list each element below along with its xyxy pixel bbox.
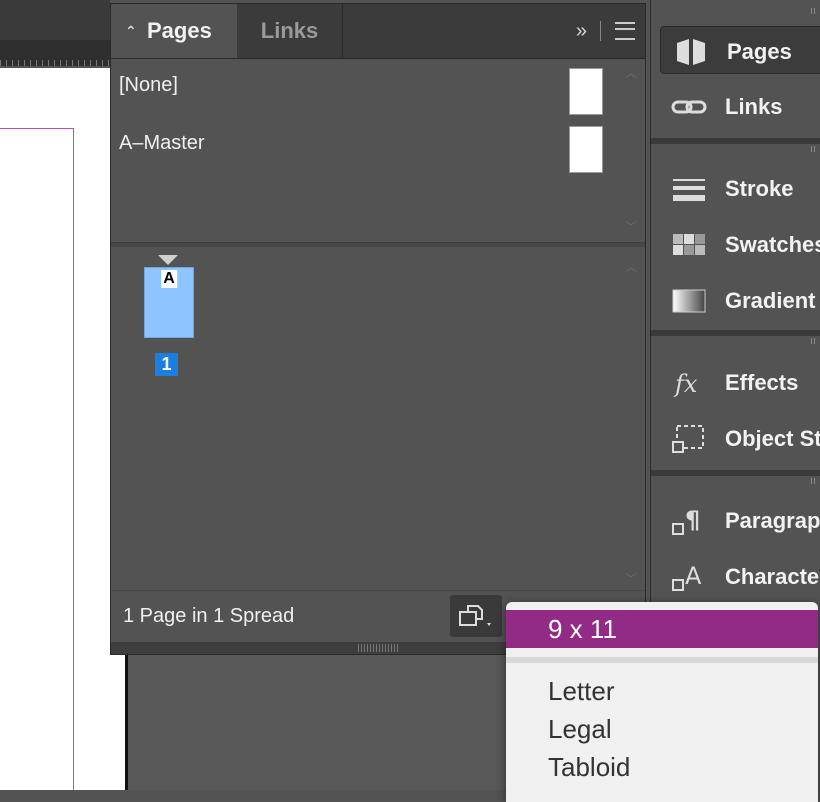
dock-label-paragraph-styles: Paragrap bbox=[725, 508, 820, 533]
svg-text:A: A bbox=[685, 562, 702, 590]
tab-links-label: Links bbox=[260, 18, 319, 43]
resize-grip-icon[interactable] bbox=[358, 644, 398, 652]
margin-guide bbox=[0, 128, 74, 790]
section-divider[interactable] bbox=[111, 242, 645, 247]
dock-label-object-styles: Object St bbox=[725, 426, 820, 451]
page-size-option-legal[interactable]: Legal bbox=[506, 710, 818, 748]
tab-pages[interactable]: ⌃ Pages bbox=[111, 4, 237, 58]
panel-menu-icon[interactable] bbox=[615, 4, 635, 58]
dock-group-grip[interactable] bbox=[811, 478, 817, 484]
dock-item-links[interactable]: Links bbox=[659, 82, 820, 130]
dock-item-effects[interactable]: fx Effects bbox=[659, 358, 820, 406]
pages-scroll-up-icon[interactable]: ︿ bbox=[625, 258, 637, 275]
page-master-prefix: A bbox=[161, 270, 177, 288]
masters-scroll-up-icon[interactable]: ︿ bbox=[625, 64, 637, 81]
document-tab-strip bbox=[0, 0, 110, 40]
dock-separator bbox=[651, 330, 820, 336]
dock-group-grip[interactable] bbox=[811, 8, 817, 14]
pages-scroll-down-icon[interactable]: ﹀ bbox=[625, 570, 637, 587]
dock-label-effects: Effects bbox=[725, 370, 799, 395]
control-separator bbox=[600, 21, 601, 41]
dock-item-pages[interactable]: Pages bbox=[660, 26, 820, 74]
dock-label-stroke: Stroke bbox=[725, 176, 794, 201]
horizontal-ruler bbox=[0, 40, 110, 66]
dock-item-stroke[interactable]: Stroke bbox=[659, 164, 820, 212]
master-thumbnail-none[interactable] bbox=[569, 68, 603, 115]
swatches-icon bbox=[673, 234, 705, 255]
dropdown-separator bbox=[506, 657, 818, 663]
links-icon bbox=[671, 100, 707, 114]
stroke-icon bbox=[673, 179, 705, 201]
svg-text:fx: fx bbox=[673, 370, 698, 398]
masters-section: [None] A–Master ︿ ﹀ bbox=[111, 58, 645, 244]
dock-group-grip[interactable] bbox=[811, 338, 817, 344]
dock-item-gradient[interactable]: Gradient bbox=[659, 276, 820, 324]
pages-section: A 1 ︿ ﹀ bbox=[111, 248, 645, 588]
pages-panel: ⌃ Pages Links » [None] A–Master ︿ ﹀ A 1 … bbox=[110, 3, 646, 655]
panel-tab-bar: ⌃ Pages Links » bbox=[111, 4, 645, 59]
page-size-icon bbox=[459, 605, 491, 626]
dock-group-grip[interactable] bbox=[811, 146, 817, 152]
dock-item-swatches[interactable]: Swatches bbox=[659, 220, 820, 268]
page-size-dropdown: 9 x 11 Letter Legal Tabloid bbox=[506, 602, 818, 802]
paragraph-styles-icon: ¶ bbox=[672, 506, 700, 535]
dock-label-gradient: Gradient bbox=[725, 288, 816, 313]
dock-label-swatches: Swatches bbox=[725, 232, 820, 257]
svg-text:¶: ¶ bbox=[685, 506, 700, 534]
dock-label-pages: Pages bbox=[727, 39, 792, 64]
dock-separator bbox=[651, 138, 820, 144]
page-size-option-selected[interactable]: 9 x 11 bbox=[506, 610, 818, 648]
dock-item-paragraph-styles[interactable]: ¶ Paragrap bbox=[659, 496, 820, 544]
collapse-toggle-icon[interactable]: ⌃ bbox=[125, 4, 137, 58]
edit-page-size-button[interactable] bbox=[450, 595, 502, 637]
expand-panel-icon[interactable]: » bbox=[576, 4, 587, 58]
fx-icon: fx bbox=[673, 370, 698, 398]
page-size-option-tabloid[interactable]: Tabloid bbox=[506, 748, 818, 786]
pages-icon bbox=[677, 39, 705, 65]
page-thumbnail[interactable]: A bbox=[144, 267, 194, 338]
dock-item-character-styles[interactable]: A Characte bbox=[659, 552, 820, 600]
master-item-none[interactable]: [None] bbox=[119, 74, 178, 97]
dock-separator bbox=[651, 470, 820, 476]
page-size-option-letter[interactable]: Letter bbox=[506, 672, 818, 710]
page-count-status: 1 Page in 1 Spread bbox=[123, 605, 295, 627]
object-styles-icon bbox=[672, 425, 704, 453]
dock-label-links: Links bbox=[725, 94, 783, 119]
master-item-a[interactable]: A–Master bbox=[119, 132, 205, 155]
tab-links[interactable]: Links bbox=[237, 4, 343, 58]
master-thumbnail-a[interactable] bbox=[569, 126, 603, 173]
dock-label-character-styles: Characte bbox=[725, 564, 820, 589]
spread-indicator-icon bbox=[158, 255, 178, 265]
page-number-label[interactable]: 1 bbox=[155, 353, 178, 376]
gradient-icon bbox=[672, 289, 706, 313]
tab-pages-label: Pages bbox=[147, 18, 212, 43]
character-styles-icon: A bbox=[672, 562, 702, 591]
masters-scroll-down-icon[interactable]: ﹀ bbox=[625, 218, 637, 235]
dock-item-object-styles[interactable]: Object St bbox=[659, 414, 820, 462]
